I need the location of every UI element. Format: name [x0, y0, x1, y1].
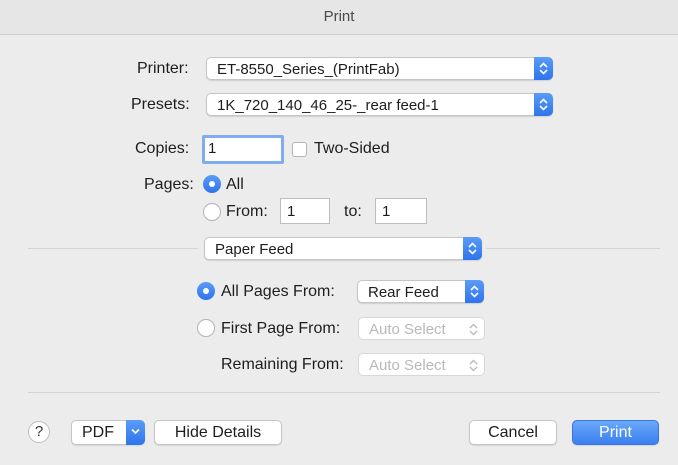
print-button[interactable]: Print: [572, 420, 659, 445]
pages-from-value: 1: [287, 203, 296, 220]
first-page-value: Auto Select: [369, 321, 446, 338]
chevron-updown-icon: [469, 358, 478, 377]
all-pages-select[interactable]: Rear Feed: [357, 280, 484, 303]
pdf-menu-button[interactable]: PDF: [71, 420, 145, 445]
two-sided-checkbox[interactable]: [292, 142, 307, 157]
chevron-updown-icon: [534, 57, 553, 80]
all-pages-radio[interactable]: [197, 282, 215, 300]
chevron-updown-icon: [469, 322, 478, 341]
remaining-value: Auto Select: [369, 357, 446, 374]
remaining-select[interactable]: Auto Select: [358, 353, 485, 376]
remaining-label: Remaining From:: [221, 356, 344, 373]
pages-to-label: to:: [344, 203, 362, 220]
pages-to-input[interactable]: 1: [375, 198, 427, 224]
printer-select[interactable]: ET-8550_Series_(PrintFab): [206, 57, 553, 80]
pages-from-radio[interactable]: [203, 203, 221, 221]
divider-left: [28, 248, 198, 249]
chevron-updown-icon: [463, 237, 482, 260]
presets-value: 1K_720_140_46_25-_rear feed-1: [217, 97, 439, 114]
pages-all-radio[interactable]: [203, 175, 221, 193]
pages-label: Pages:: [144, 176, 194, 193]
cancel-button[interactable]: Cancel: [469, 420, 557, 445]
pages-to-value: 1: [382, 203, 391, 220]
copies-label: Copies:: [135, 140, 190, 157]
hide-details-button[interactable]: Hide Details: [154, 420, 282, 445]
section-value: Paper Feed: [215, 241, 294, 258]
pages-from-input[interactable]: 1: [280, 198, 330, 224]
section-select[interactable]: Paper Feed: [204, 237, 482, 260]
first-page-select[interactable]: Auto Select: [358, 317, 485, 340]
chevron-updown-icon: [465, 280, 484, 303]
divider-right: [486, 248, 660, 249]
first-page-radio[interactable]: [197, 319, 215, 337]
all-pages-label: All Pages From:: [221, 283, 335, 300]
help-button[interactable]: ?: [28, 421, 50, 443]
pdf-label: PDF: [82, 424, 114, 441]
first-page-label: First Page From:: [221, 320, 341, 337]
printer-label: Printer:: [137, 60, 189, 77]
chevron-down-icon: [126, 420, 145, 445]
title-bar: Print: [0, 0, 678, 35]
copies-input[interactable]: 1: [202, 135, 284, 164]
pages-from-label: From:: [226, 203, 268, 220]
presets-select[interactable]: 1K_720_140_46_25-_rear feed-1: [206, 93, 553, 116]
two-sided-label: Two-Sided: [314, 140, 390, 157]
footer-divider: [28, 392, 660, 393]
printer-value: ET-8550_Series_(PrintFab): [217, 61, 400, 78]
pages-all-label: All: [226, 176, 244, 193]
window-title: Print: [323, 8, 355, 25]
chevron-updown-icon: [534, 93, 553, 116]
all-pages-value: Rear Feed: [368, 284, 439, 301]
copies-value: 1: [208, 140, 217, 157]
presets-label: Presets:: [131, 96, 190, 113]
